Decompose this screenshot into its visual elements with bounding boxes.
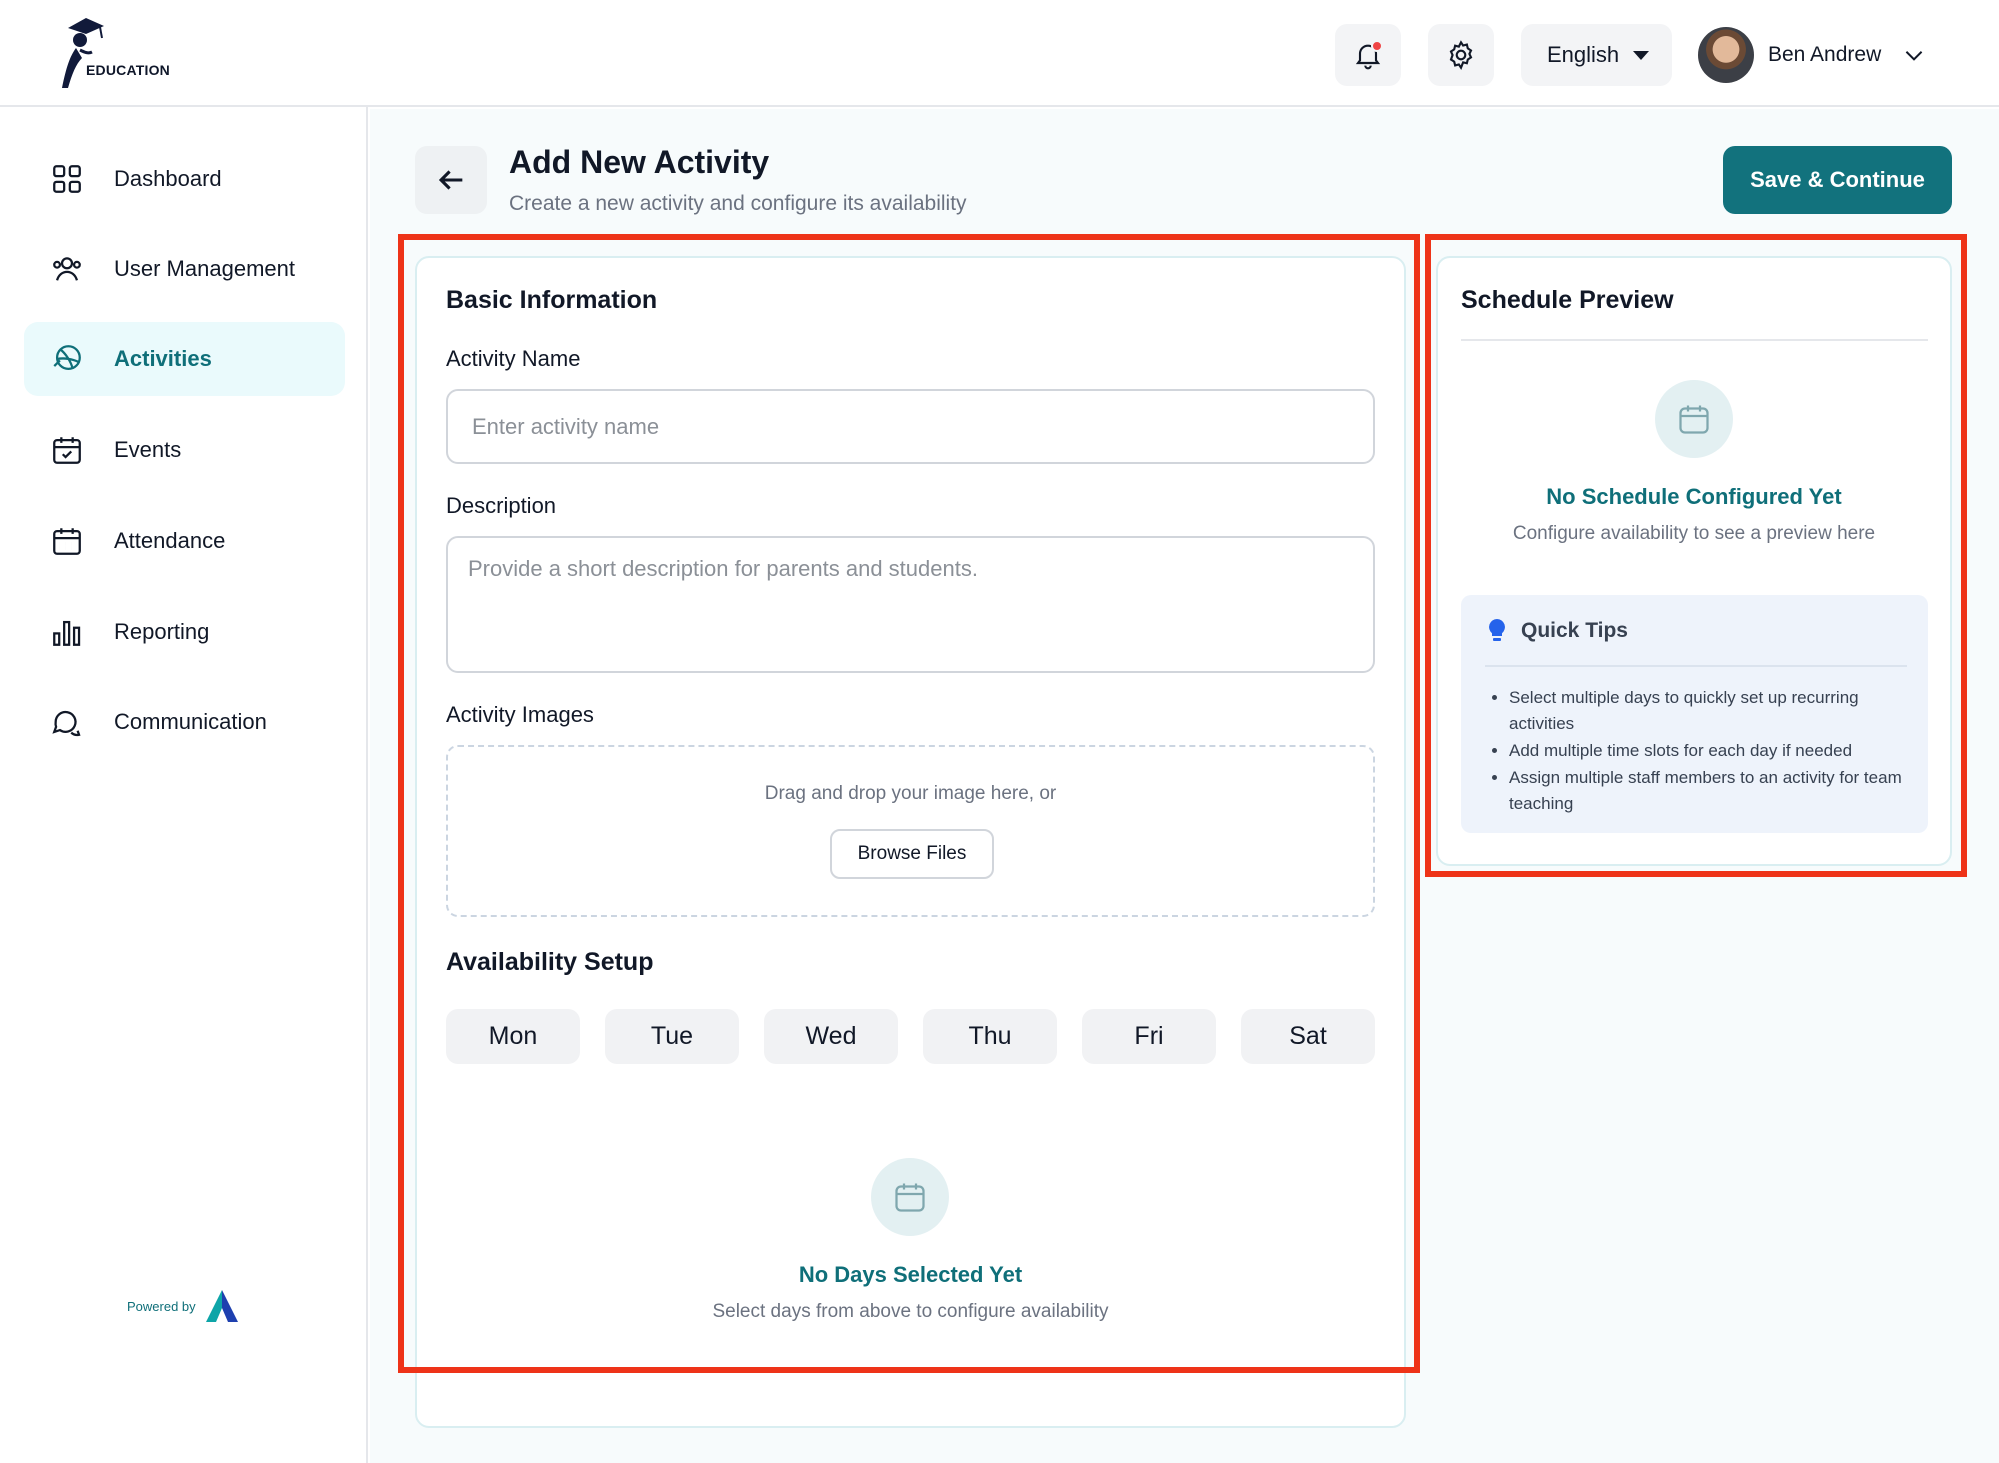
vendor-logo-icon [205,1290,238,1322]
sidebar-item-user-management[interactable]: User Management [24,232,345,306]
quick-tips-panel: Quick Tips Select multiple days to quick… [1461,595,1928,833]
gear-icon [1449,40,1473,70]
arrow-left-icon [438,170,463,190]
calendar-icon [53,528,81,555]
no-days-subtitle: Select days from above to configure avai… [712,1301,1109,1322]
sidebar-item-label: Attendance [114,528,226,553]
quick-tips-title: Quick Tips [1521,619,1628,642]
chat-icon [52,710,81,737]
sidebar [0,107,368,1463]
logo-graduate-icon [62,18,104,88]
powered-by-label: Powered by [127,1298,196,1314]
language-label: English [1547,42,1620,67]
browse-files-button[interactable]: Browse Files [830,829,994,879]
activity-images-label: Activity Images [446,702,594,727]
empty-days-circle [871,1158,949,1236]
day-button-tue[interactable]: Tue [605,1009,739,1064]
powered-by: Powered by [127,1288,240,1324]
notification-dot [1371,40,1383,52]
calendar-check-icon [53,437,81,464]
ball-icon [53,345,81,371]
dropzone-text: Drag and drop your image here, or [764,783,1057,804]
tips-divider [1485,665,1907,667]
page-title: Add New Activity [509,144,770,180]
user-name: Ben Andrew [1768,43,1882,66]
sidebar-item-activities[interactable]: Activities [24,322,345,396]
no-schedule-title: No Schedule Configured Yet [1546,484,1842,509]
language-select[interactable]: English [1521,24,1672,86]
chevron-down-icon[interactable] [1901,42,1927,68]
no-days-title: No Days Selected Yet [798,1262,1023,1287]
avatar[interactable] [1698,27,1754,83]
logo-text: EDUCATION [86,62,170,78]
calendar-icon [895,1183,925,1212]
sidebar-item-label: Reporting [114,619,210,644]
bar-chart-icon [53,620,81,646]
sidebar-item-dashboard[interactable]: Dashboard [24,142,345,216]
availability-setup-title: Availability Setup [446,948,654,976]
day-button-fri[interactable]: Fri [1082,1009,1216,1064]
divider [1461,339,1928,341]
page-subtitle: Create a new activity and configure its … [509,192,967,215]
activity-name-input[interactable] [446,389,1375,464]
calendar-icon [1679,405,1709,434]
activity-name-label: Activity Name [446,346,581,371]
day-button-sat[interactable]: Sat [1241,1009,1375,1064]
tip-item: Select multiple days to quickly set up r… [1509,685,1909,737]
empty-schedule-circle [1655,380,1733,458]
schedule-preview-title: Schedule Preview [1461,286,1674,314]
notifications-button[interactable] [1335,24,1401,86]
users-icon [53,257,81,281]
caret-down-icon [1633,50,1650,60]
description-label: Description [446,493,557,518]
back-button[interactable] [415,146,487,214]
grid-icon [53,165,81,193]
sidebar-item-label: Activities [114,346,212,371]
top-header: EDUCATION English Ben Andrew [0,0,1999,107]
no-schedule-subtitle: Configure availability to see a preview … [1512,523,1876,544]
user-menu[interactable]: Ben Andrew [1698,24,1927,86]
settings-button[interactable] [1428,24,1494,86]
quick-tips-list: Select multiple days to quickly set up r… [1509,685,1909,818]
sidebar-item-reporting[interactable]: Reporting [24,595,345,669]
sidebar-item-label: Dashboard [114,166,222,191]
tip-item: Assign multiple staff members to an acti… [1509,765,1909,817]
tip-item: Add multiple time slots for each day if … [1509,738,1909,764]
description-textarea[interactable] [446,536,1375,673]
day-button-thu[interactable]: Thu [923,1009,1057,1064]
basic-information-title: Basic Information [446,286,658,314]
sidebar-item-attendance[interactable]: Attendance [24,504,345,578]
day-button-wed[interactable]: Wed [764,1009,898,1064]
day-button-mon[interactable]: Mon [446,1009,580,1064]
sidebar-item-label: Communication [114,709,267,734]
education-logo[interactable] [50,14,190,94]
sidebar-item-label: Events [114,437,182,462]
lightbulb-icon [1489,619,1505,641]
sidebar-item-label: User Management [114,256,295,281]
save-continue-button[interactable]: Save & Continue [1723,146,1952,214]
sidebar-item-communication[interactable]: Communication [24,685,345,759]
sidebar-item-events[interactable]: Events [24,413,345,487]
image-dropzone[interactable]: Drag and drop your image here, or Browse… [446,745,1375,917]
quick-tips-header: Quick Tips [1485,617,1628,645]
